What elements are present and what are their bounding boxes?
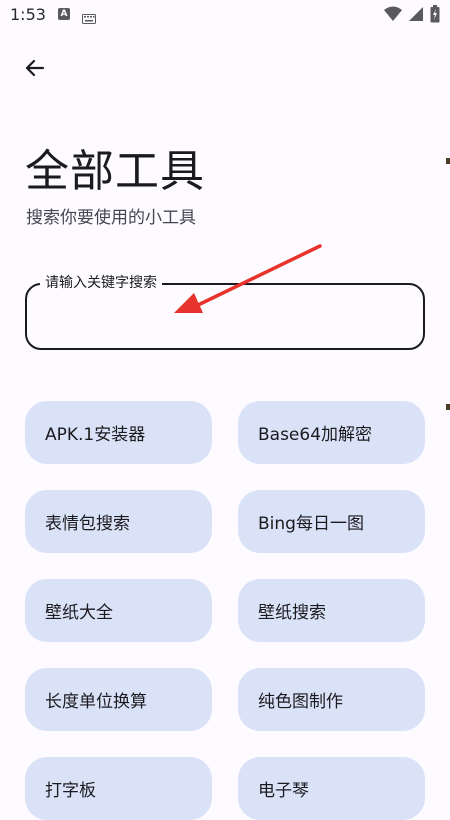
tool-chip-label: 表情包搜索 [45, 514, 130, 534]
tool-chip[interactable]: 表情包搜索 [25, 490, 212, 553]
tool-chip-label: 纯色图制作 [258, 692, 343, 712]
tool-chip-label: 电子琴 [258, 781, 309, 801]
tool-chip[interactable]: Bing每日一图 [238, 490, 425, 553]
tool-chip-label: 打字板 [45, 781, 96, 801]
tool-chip-label: Bing每日一图 [258, 514, 364, 534]
edge-mark [446, 158, 450, 164]
page-subtitle: 搜索你要使用的小工具 [26, 208, 196, 228]
tool-chip-label: 壁纸搜索 [258, 603, 326, 623]
status-time: 1:53 [10, 5, 46, 24]
signal-icon [408, 6, 424, 26]
page-title: 全部工具 [25, 146, 205, 197]
tool-chip[interactable]: 壁纸搜索 [238, 579, 425, 642]
tool-chip-label: 长度单位换算 [45, 692, 147, 712]
wifi-icon [384, 6, 402, 26]
back-button[interactable] [14, 49, 56, 91]
tool-chip[interactable]: 长度单位换算 [25, 668, 212, 731]
search-input[interactable] [42, 300, 412, 336]
tool-chip[interactable]: 纯色图制作 [238, 668, 425, 731]
tool-chip[interactable]: 电子琴 [238, 757, 425, 820]
keyboard-icon [82, 9, 96, 28]
tool-chip[interactable]: 壁纸大全 [25, 579, 212, 642]
tool-chip-label: APK.1安装器 [45, 425, 146, 445]
status-bar: 1:53 A [0, 0, 450, 32]
arrow-left-icon [23, 56, 47, 84]
a-notification-icon: A [58, 8, 70, 20]
tool-chip[interactable]: APK.1安装器 [25, 401, 212, 464]
battery-icon [430, 5, 440, 27]
edge-mark [446, 404, 450, 410]
tool-chip[interactable]: Base64加解密 [238, 401, 425, 464]
tool-chip[interactable]: 打字板 [25, 757, 212, 820]
tool-chip-label: 壁纸大全 [45, 603, 113, 623]
tool-chip-label: Base64加解密 [258, 425, 373, 445]
search-label: 请输入关键字搜索 [40, 273, 162, 293]
